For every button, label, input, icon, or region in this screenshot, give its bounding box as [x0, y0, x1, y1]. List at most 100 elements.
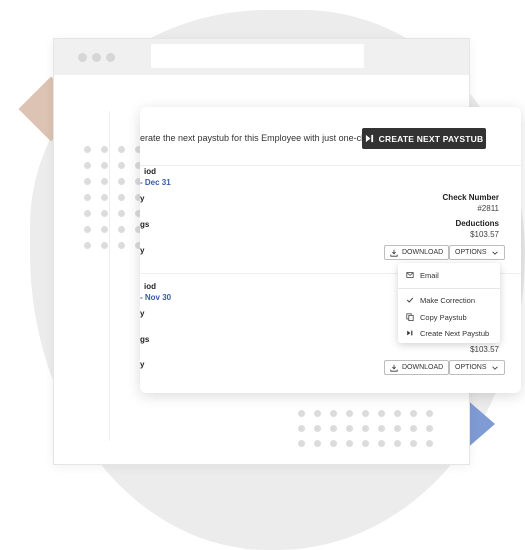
dot	[346, 425, 353, 432]
next-paystub-banner: erate the next paystub for this Employee…	[140, 107, 521, 166]
dot	[118, 162, 125, 169]
period-dates: - Dec 31	[140, 178, 171, 187]
options-button[interactable]: OPTIONS	[449, 360, 505, 375]
dot	[378, 425, 385, 432]
banner-text: erate the next paystub for this Employee…	[140, 133, 377, 143]
options-label: OPTIONS	[455, 249, 487, 256]
dot	[330, 425, 337, 432]
menu-item-label: Copy Paystub	[420, 312, 467, 322]
period-dates: - Nov 30	[140, 293, 172, 302]
dot	[394, 410, 401, 417]
dot	[118, 146, 125, 153]
email-icon	[406, 272, 414, 278]
skip-next-icon	[365, 134, 373, 143]
paystub-panel: erate the next paystub for this Employee…	[140, 107, 521, 393]
dot	[426, 425, 433, 432]
dot	[298, 440, 305, 447]
window-dot	[78, 53, 87, 62]
dot	[84, 178, 91, 185]
dot	[314, 425, 321, 432]
menu-divider	[398, 288, 500, 289]
download-button[interactable]: DOWNLOAD	[384, 245, 450, 260]
dot	[101, 178, 108, 185]
options-button[interactable]: OPTIONS	[449, 245, 505, 260]
menu-item-copy-paystub[interactable]: Copy Paystub	[398, 310, 500, 324]
period-label: iod	[144, 167, 156, 176]
dot	[410, 440, 417, 447]
download-icon	[390, 249, 398, 257]
dot	[101, 194, 108, 201]
check-icon	[406, 297, 414, 303]
dot	[346, 410, 353, 417]
menu-item-label: Create Next Paystub	[420, 328, 490, 338]
dot	[314, 410, 321, 417]
download-icon	[390, 364, 398, 372]
dot	[118, 210, 125, 217]
window-dot	[92, 53, 101, 62]
dot-grid	[84, 146, 142, 249]
menu-item-email[interactable]: Email	[398, 268, 500, 282]
copy-icon	[406, 313, 414, 321]
menu-item-label: Make Correction	[420, 295, 476, 305]
dot	[118, 226, 125, 233]
dot	[101, 162, 108, 169]
dot	[84, 226, 91, 233]
dot	[84, 242, 91, 249]
dot	[362, 425, 369, 432]
dot	[410, 410, 417, 417]
period-label: iod	[144, 282, 156, 291]
dot	[378, 410, 385, 417]
check-number-label: Check Number	[442, 193, 499, 202]
dot	[330, 410, 337, 417]
dot	[84, 194, 91, 201]
dot	[362, 440, 369, 447]
dot	[118, 242, 125, 249]
address-bar[interactable]	[151, 44, 364, 68]
cta-label: CREATE NEXT PAYSTUB	[378, 133, 484, 144]
field-label: gs	[140, 220, 150, 229]
download-label: DOWNLOAD	[402, 249, 444, 256]
dot	[394, 425, 401, 432]
dot	[298, 425, 305, 432]
field-label: y	[140, 194, 145, 203]
deductions-label: Deductions	[455, 219, 499, 228]
menu-item-make-correction[interactable]: Make Correction	[398, 293, 500, 307]
download-button[interactable]: DOWNLOAD	[384, 360, 450, 375]
dot	[314, 440, 321, 447]
window-dot	[106, 53, 115, 62]
menu-item-label: Email	[420, 270, 439, 280]
deductions-value: $103.57	[470, 345, 499, 354]
dot	[378, 440, 385, 447]
field-label: y	[140, 360, 145, 369]
dot	[298, 410, 305, 417]
dot	[84, 162, 91, 169]
dot	[84, 146, 91, 153]
dot	[101, 210, 108, 217]
browser-titlebar	[54, 39, 469, 75]
dot-grid	[298, 410, 433, 447]
dot	[346, 440, 353, 447]
dot	[101, 146, 108, 153]
field-label: y	[140, 246, 145, 255]
dot	[101, 242, 108, 249]
options-label: OPTIONS	[455, 364, 487, 371]
create-next-paystub-button[interactable]: CREATE NEXT PAYSTUB	[362, 128, 486, 149]
dot	[84, 210, 91, 217]
field-label: gs	[140, 335, 150, 344]
skip-next-icon	[407, 330, 413, 336]
menu-item-create-next-paystub[interactable]: Create Next Paystub	[398, 326, 500, 340]
chevron-down-icon	[491, 251, 498, 255]
field-label: y	[140, 309, 145, 318]
dot	[101, 226, 108, 233]
dot	[426, 410, 433, 417]
dot	[330, 440, 337, 447]
dot	[426, 440, 433, 447]
dot	[362, 410, 369, 417]
dot	[410, 425, 417, 432]
download-label: DOWNLOAD	[402, 364, 444, 371]
dot	[118, 178, 125, 185]
dot	[118, 194, 125, 201]
chevron-down-icon	[491, 366, 498, 370]
dot	[394, 440, 401, 447]
deductions-value: $103.57	[470, 230, 499, 239]
